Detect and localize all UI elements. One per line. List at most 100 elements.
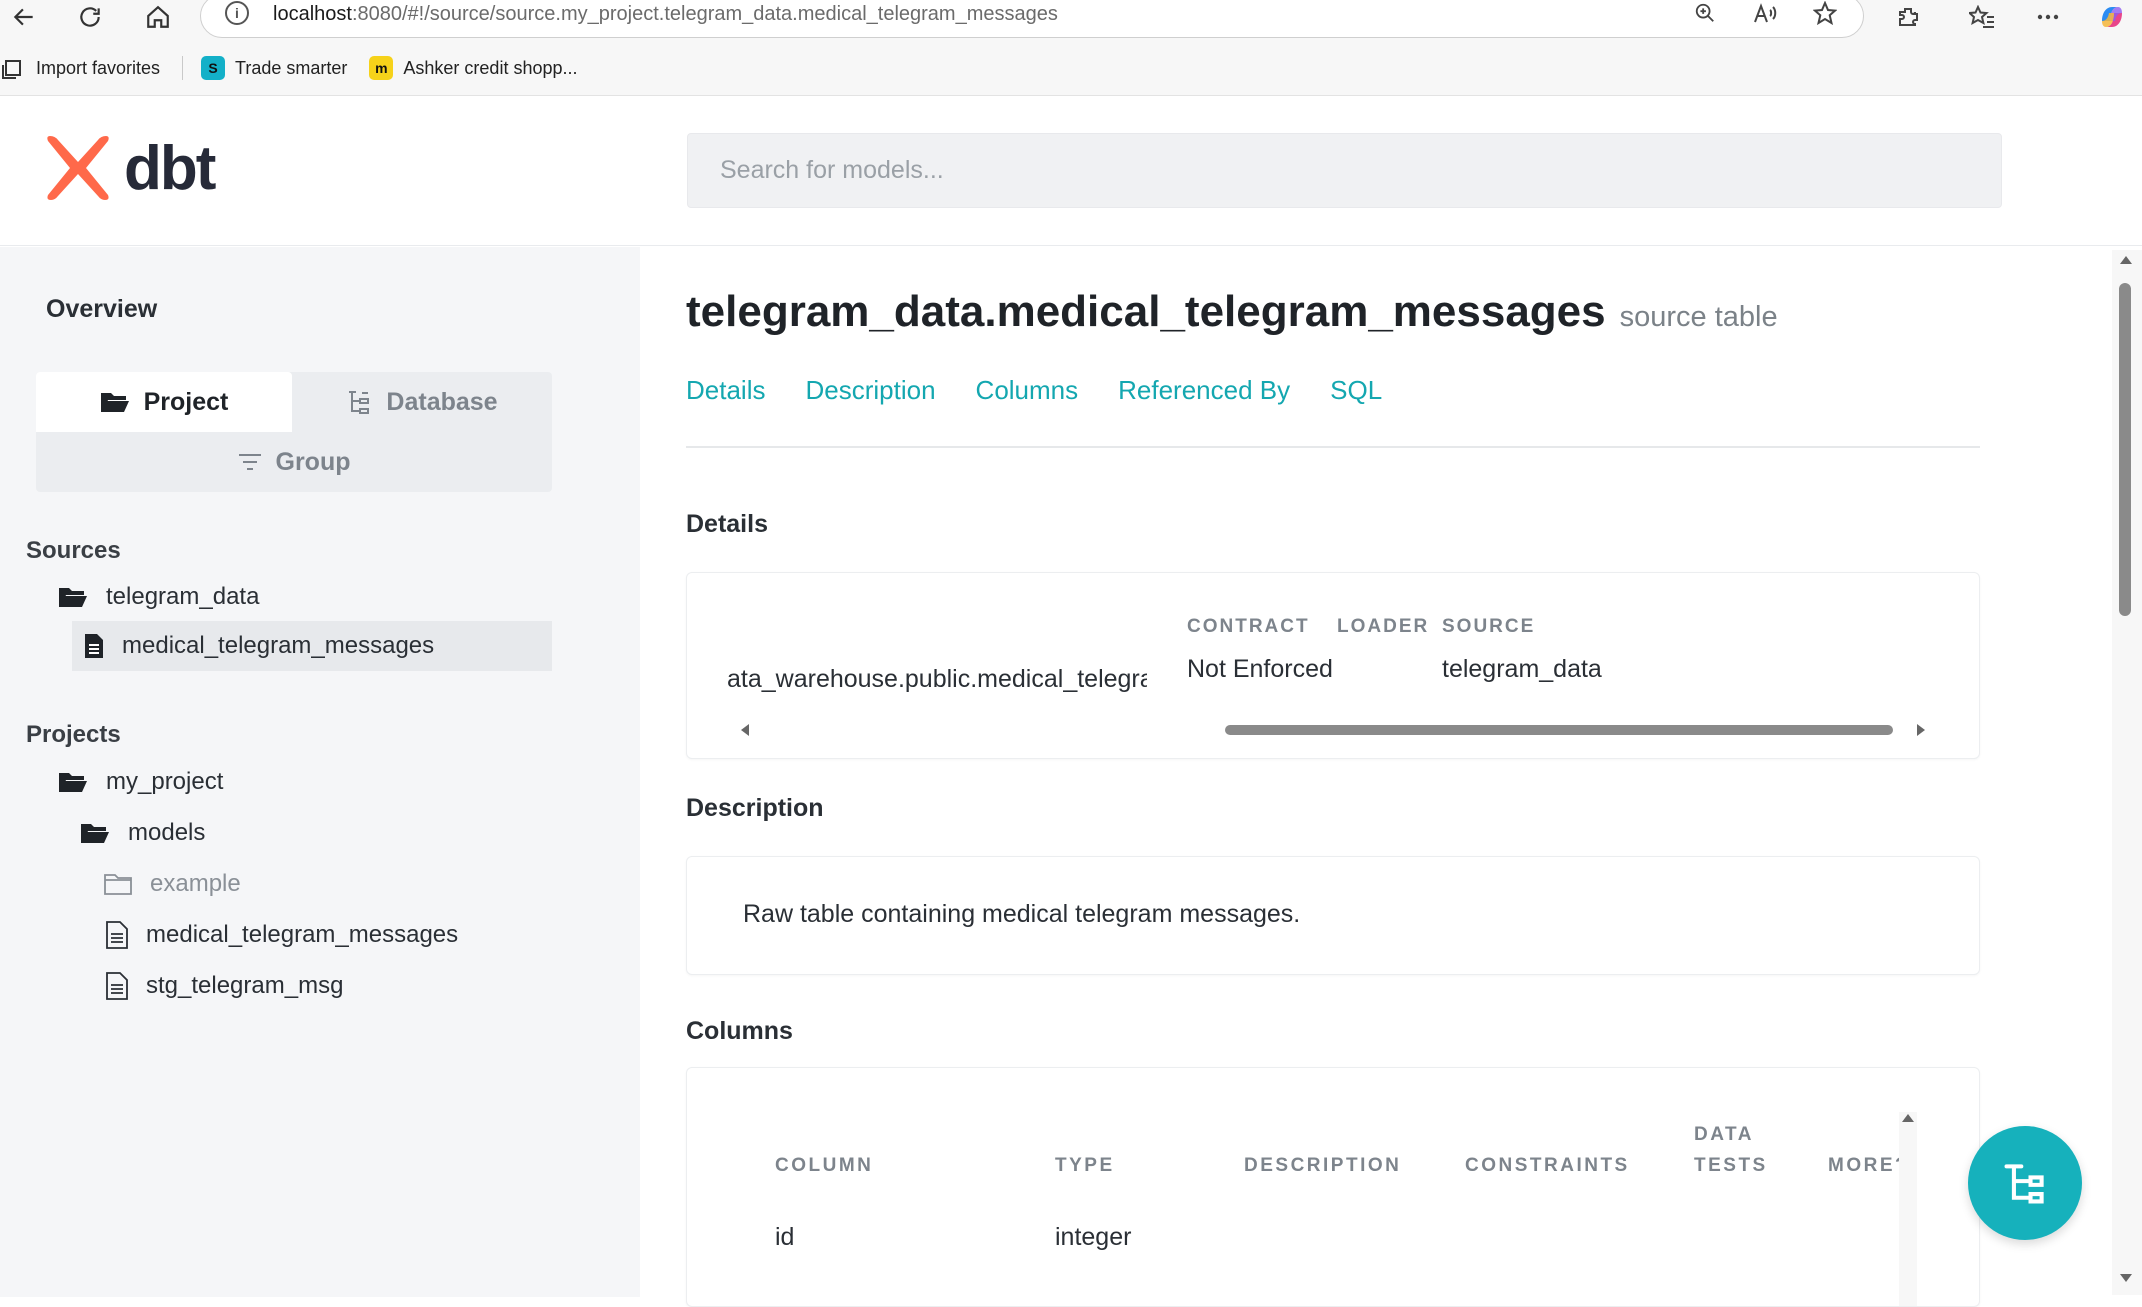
- scroll-up-icon[interactable]: [2119, 254, 2133, 266]
- tree-item-stg-telegram-msg[interactable]: stg_telegram_msg: [106, 961, 343, 1011]
- tab-label: Group: [275, 447, 351, 476]
- tree-item-label: stg_telegram_msg: [146, 972, 344, 999]
- tree-item-models[interactable]: models: [80, 808, 205, 858]
- document-outline-icon: [106, 972, 128, 1000]
- tree-item-label: telegram_data: [106, 583, 260, 610]
- nav-link-description[interactable]: Description: [805, 375, 935, 406]
- nav-link-referenced-by[interactable]: Referenced By: [1118, 375, 1290, 406]
- details-heading: Details: [686, 510, 768, 538]
- copilot-icon[interactable]: [2092, 0, 2132, 34]
- lineage-tree-icon: [2004, 1164, 2044, 1204]
- more-menu-icon[interactable]: [2028, 0, 2068, 34]
- tab-project[interactable]: Project: [36, 372, 292, 432]
- scroll-left-icon[interactable]: [739, 723, 751, 737]
- site-info-icon[interactable]: i: [225, 1, 249, 25]
- folder-closed-icon: [104, 874, 132, 895]
- source-value: telegram_data: [1442, 655, 1602, 683]
- loader-label: LOADER: [1337, 616, 1430, 637]
- dbt-logo-icon: [47, 136, 109, 200]
- logo-text: dbt: [124, 133, 216, 203]
- section-nav: Details Description Columns Referenced B…: [686, 375, 1382, 406]
- source-label: SOURCE: [1442, 616, 1536, 637]
- url-text: localhost:8080/#!/source/source.my_proje…: [273, 3, 1058, 25]
- ashker-icon: m: [369, 56, 394, 80]
- back-icon[interactable]: [2, 0, 46, 34]
- tree-item-medical-telegram-messages-source[interactable]: medical_telegram_messages: [72, 621, 552, 671]
- nav-link-columns[interactable]: Columns: [976, 375, 1079, 406]
- scroll-right-icon[interactable]: [1915, 723, 1927, 737]
- horizontal-scroll-thumb[interactable]: [1225, 725, 1893, 735]
- main-content: telegram_data.medical_telegram_messages …: [640, 247, 2120, 1307]
- address-bar[interactable]: i localhost:8080/#!/source/source.my_pro…: [200, 0, 1864, 38]
- folder-open-icon: [81, 824, 109, 843]
- tree-item-medical-telegram-messages-model[interactable]: medical_telegram_messages: [106, 910, 458, 960]
- document-outline-icon: [106, 921, 128, 949]
- favorites-divider: [182, 56, 184, 80]
- lineage-graph-button[interactable]: [1968, 1126, 2082, 1240]
- nav-link-sql[interactable]: SQL: [1330, 375, 1382, 406]
- zoom-icon[interactable]: [1689, 0, 1721, 29]
- table-vertical-scrollbar[interactable]: [1899, 1112, 1917, 1306]
- favorite-label: Import favorites: [36, 57, 161, 78]
- scroll-up-icon[interactable]: [1901, 1112, 1915, 1124]
- description-heading: Description: [686, 794, 824, 822]
- column-header-type[interactable]: TYPE: [1055, 1150, 1115, 1181]
- tree-item-label: medical_telegram_messages: [122, 632, 435, 659]
- tab-group[interactable]: Group: [36, 432, 552, 492]
- read-aloud-icon[interactable]: [1749, 0, 1781, 29]
- tree-item-example[interactable]: example: [104, 859, 241, 909]
- tree-item-my-project[interactable]: my_project: [58, 757, 223, 807]
- database-tree-icon: [349, 391, 370, 414]
- tab-database[interactable]: Database: [292, 372, 552, 432]
- favorite-trade-smarter[interactable]: S Trade smarter: [201, 56, 347, 80]
- home-icon[interactable]: [136, 0, 180, 34]
- horizontal-scrollbar[interactable]: [741, 721, 1925, 739]
- favorite-label: Ashker credit shopp...: [403, 57, 578, 78]
- column-header-description[interactable]: DESCRIPTION: [1244, 1150, 1401, 1181]
- refresh-icon[interactable]: [68, 0, 112, 34]
- description-card: Raw table containing medical telegram me…: [686, 856, 1980, 975]
- dbt-logo[interactable]: dbt: [42, 132, 216, 204]
- filter-lines-icon: [238, 454, 261, 470]
- column-header-data-tests[interactable]: DATA TESTS: [1694, 1119, 1774, 1181]
- folder-open-icon: [59, 773, 87, 792]
- page-vertical-scrollbar[interactable]: [2112, 250, 2142, 1295]
- favorite-label: Trade smarter: [235, 57, 348, 78]
- contract-label: CONTRACT: [1187, 616, 1310, 637]
- tree-item-telegram-data[interactable]: telegram_data: [58, 572, 259, 622]
- column-cell-type: integer: [1055, 1223, 1132, 1251]
- import-favorites-icon: [2, 60, 21, 79]
- favorite-ashker[interactable]: m Ashker credit shopp...: [369, 56, 578, 80]
- search-input[interactable]: [687, 133, 2002, 208]
- trade-smarter-icon: S: [201, 56, 226, 80]
- tree-item-label: my_project: [106, 768, 224, 795]
- folder-open-icon: [59, 588, 87, 607]
- folder-open-icon: [100, 393, 129, 412]
- scroll-down-icon[interactable]: [2119, 1272, 2133, 1284]
- tab-label: Database: [386, 387, 498, 416]
- overview-link[interactable]: Overview: [46, 295, 157, 324]
- nav-link-details[interactable]: Details: [686, 375, 765, 406]
- sidebar: Overview Project Database Group Sources …: [0, 247, 640, 1297]
- column-header-constraints[interactable]: CONSTRAINTS: [1465, 1150, 1630, 1181]
- sources-heading: Sources: [26, 537, 121, 564]
- description-text: Raw table containing medical telegram me…: [743, 900, 1301, 928]
- favorite-import[interactable]: Import favorites: [2, 57, 160, 79]
- favorite-star-icon[interactable]: [1809, 0, 1841, 29]
- projects-heading: Projects: [26, 721, 121, 748]
- app-header: dbt: [0, 96, 2142, 246]
- tree-item-label: models: [128, 819, 206, 846]
- favorites-list-icon[interactable]: [1962, 0, 2002, 34]
- browser-toolbar: i localhost:8080/#!/source/source.my_pro…: [0, 0, 2142, 96]
- relation-value: ata_warehouse.public.medical_telegram_me…: [727, 665, 1147, 693]
- tab-label: Project: [143, 387, 229, 416]
- details-card: ata_warehouse.public.medical_telegram_me…: [686, 572, 1980, 759]
- extensions-icon[interactable]: [1888, 0, 1928, 34]
- page-title-row: telegram_data.medical_telegram_messages …: [686, 287, 1778, 337]
- column-header-more[interactable]: MORE?: [1828, 1150, 1902, 1181]
- page-subtitle: source table: [1619, 301, 1778, 333]
- page-title: telegram_data.medical_telegram_messages: [686, 287, 1606, 336]
- column-header-column[interactable]: COLUMN: [775, 1150, 873, 1181]
- vertical-scroll-thumb[interactable]: [2119, 283, 2131, 616]
- document-icon: [85, 634, 103, 658]
